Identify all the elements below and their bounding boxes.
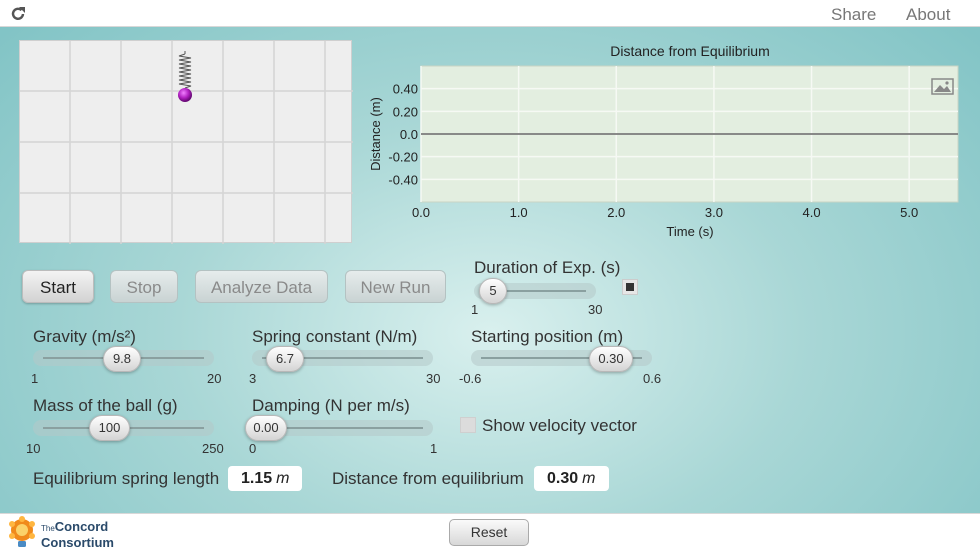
graph-toggle-icon[interactable] xyxy=(622,279,638,295)
starting-position-slider-handle[interactable]: 0.30 xyxy=(589,346,633,372)
y-axis-label: Distance (m) xyxy=(368,97,383,171)
spring-coil xyxy=(178,51,192,91)
start-button[interactable]: Start xyxy=(22,270,94,303)
duration-min: 1 xyxy=(471,302,479,317)
y-tick-label: -0.20 xyxy=(388,150,418,165)
chart-title: Distance from Equilibrium xyxy=(610,43,770,59)
equilibrium-length-readout: 1.15 m xyxy=(228,466,302,491)
spring-constant-label: Spring constant (N/m) xyxy=(252,327,418,346)
distance-from-equilibrium-value: 0.30 xyxy=(547,470,579,487)
x-tick-label: 1.0 xyxy=(510,205,528,220)
share-link[interactable]: Share xyxy=(831,5,876,25)
spring-constant-min: 3 xyxy=(249,371,257,386)
stop-button[interactable]: Stop xyxy=(110,270,178,303)
logo-text: TheConcord Consortium xyxy=(41,519,114,550)
damping-max: 1 xyxy=(430,441,438,456)
distance-from-equilibrium-unit: m xyxy=(582,470,596,487)
distance-from-equilibrium-readout: 0.30 m xyxy=(534,466,609,491)
mass-slider-handle[interactable]: 100 xyxy=(89,415,130,441)
gravity-min: 1 xyxy=(31,371,39,386)
gravity-max: 20 xyxy=(207,371,222,386)
lightbulb-icon xyxy=(9,516,35,547)
y-tick-label: 0.0 xyxy=(400,127,418,142)
equilibrium-length-unit: m xyxy=(276,470,290,487)
x-tick-label: 5.0 xyxy=(900,205,918,220)
spring-constant-max: 30 xyxy=(426,371,441,386)
distance-from-equilibrium-label: Distance from equilibrium xyxy=(332,469,524,488)
spring-simulation-view xyxy=(19,40,353,244)
x-tick-label: 4.0 xyxy=(803,205,821,220)
distance-graph: Distance from Equilibrium 0.40 0.20 0.0 -0.… xyxy=(362,40,962,247)
x-tick-label: 3.0 xyxy=(705,205,723,220)
damping-slider-handle[interactable]: 0.00 xyxy=(245,415,287,441)
duration-max: 30 xyxy=(588,302,603,317)
damping-label: Damping (N per m/s) xyxy=(252,396,410,415)
starting-position-max: 0.6 xyxy=(643,371,662,386)
damping-min: 0 xyxy=(249,441,257,456)
duration-slider-handle[interactable]: 5 xyxy=(479,278,507,304)
mass-label: Mass of the ball (g) xyxy=(33,396,178,415)
duration-label: Duration of Exp. (s) xyxy=(474,258,621,277)
analyze-data-button[interactable]: Analyze Data xyxy=(195,270,328,303)
equilibrium-length-label: Equilibrium spring length xyxy=(33,469,220,488)
x-tick-label: 2.0 xyxy=(607,205,625,220)
simulation-grid xyxy=(20,41,353,244)
starting-position-min: -0.6 xyxy=(459,371,482,386)
ball xyxy=(178,88,192,102)
x-axis-label: Time (s) xyxy=(666,224,713,239)
mass-max: 250 xyxy=(202,441,224,456)
top-bar: Share About xyxy=(0,0,980,27)
starting-position-label: Starting position (m) xyxy=(471,327,624,346)
reset-button[interactable]: Reset xyxy=(449,519,529,546)
equilibrium-length-value: 1.15 xyxy=(241,470,273,487)
about-link[interactable]: About xyxy=(906,5,950,25)
concord-consortium-logo[interactable]: TheConcord Consortium xyxy=(8,516,138,552)
x-tick-label: 0.0 xyxy=(412,205,430,220)
y-tick-label: -0.40 xyxy=(388,172,418,187)
velocity-vector-label: Show velocity vector xyxy=(482,416,637,435)
gravity-slider-handle[interactable]: 9.8 xyxy=(103,346,141,372)
y-tick-label: 0.40 xyxy=(393,82,418,97)
mass-min: 10 xyxy=(26,441,41,456)
gravity-label: Gravity (m/s²) xyxy=(33,327,136,346)
reload-icon[interactable] xyxy=(9,5,27,23)
velocity-vector-checkbox[interactable] xyxy=(460,417,476,433)
spring-constant-slider-handle[interactable]: 6.7 xyxy=(266,346,304,372)
new-run-button[interactable]: New Run xyxy=(345,270,446,303)
y-tick-label: 0.20 xyxy=(393,104,418,119)
